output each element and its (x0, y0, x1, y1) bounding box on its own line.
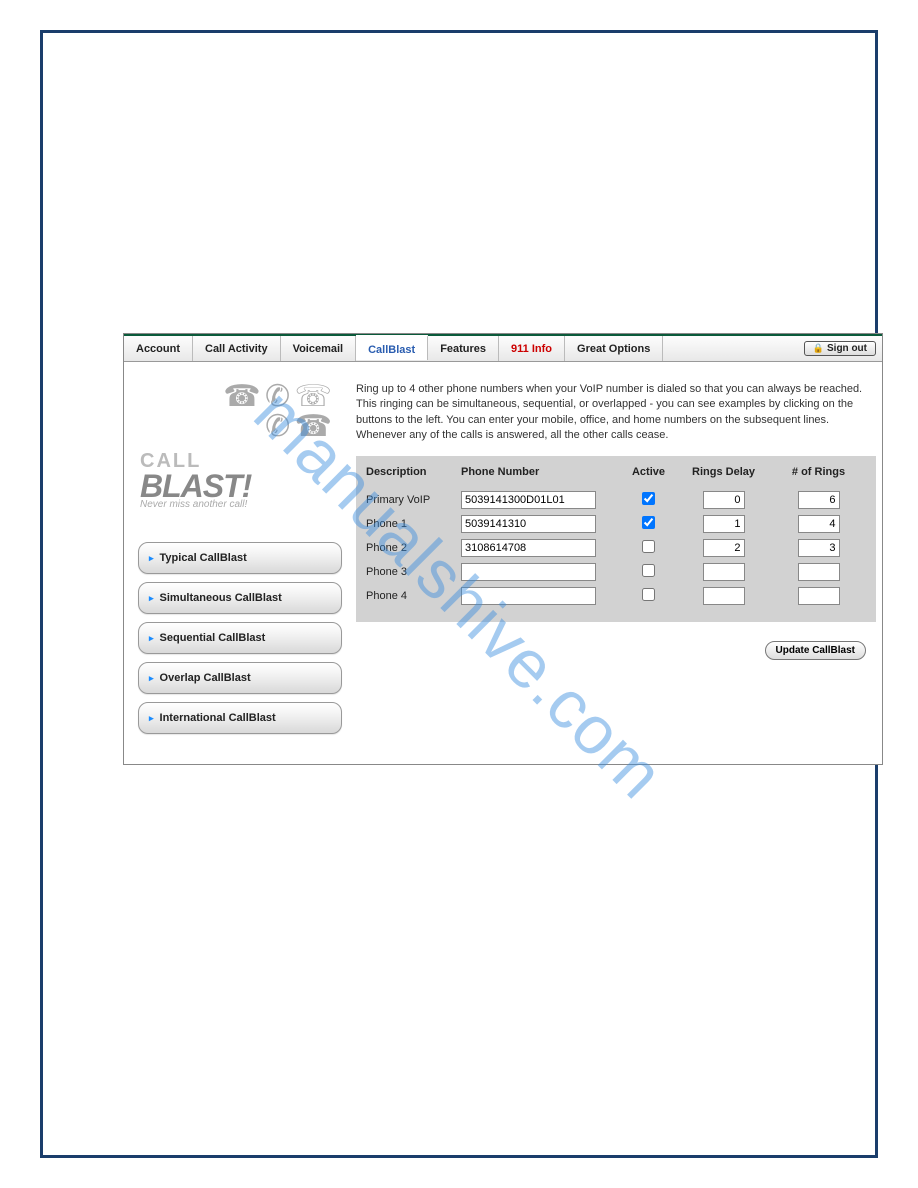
delay-input[interactable] (703, 515, 745, 533)
phone-input[interactable] (461, 587, 596, 605)
update-callblast-button[interactable]: Update CallBlast (765, 641, 866, 660)
row-desc: Phone 2 (366, 542, 461, 554)
intro-text: Ring up to 4 other phone numbers when yo… (356, 372, 876, 456)
delay-input[interactable] (703, 539, 745, 557)
tab-call-activity[interactable]: Call Activity (193, 336, 281, 361)
chevron-right-icon: ▸ (149, 553, 154, 564)
app-screenshot: Account Call Activity Voicemail CallBlas… (123, 333, 883, 765)
rings-input[interactable] (798, 491, 840, 509)
tab-features[interactable]: Features (428, 336, 499, 361)
chevron-right-icon: ▸ (149, 593, 154, 604)
rings-input[interactable] (798, 563, 840, 581)
row-desc: Phone 1 (366, 518, 461, 530)
tab-911-info[interactable]: 911 Info (499, 336, 565, 361)
rings-input[interactable] (798, 587, 840, 605)
phone-input[interactable] (461, 515, 596, 533)
logo-blast-text: BLAST! (140, 473, 340, 499)
lock-icon: 🔒 (813, 343, 824, 354)
logo-tagline: Never miss another call! (140, 499, 340, 510)
delay-input[interactable] (703, 563, 745, 581)
table-row: Phone 4 (356, 584, 876, 608)
tab-account[interactable]: Account (124, 336, 193, 361)
sidebar-simultaneous[interactable]: ▸ Simultaneous CallBlast (138, 582, 342, 614)
phone-input[interactable] (461, 491, 596, 509)
tab-great-options[interactable]: Great Options (565, 336, 663, 361)
sidebar-label: Typical CallBlast (160, 552, 247, 564)
sidebar-label: Overlap CallBlast (160, 672, 251, 684)
row-desc: Phone 3 (366, 566, 461, 578)
active-checkbox[interactable] (642, 588, 655, 601)
signout-label: Sign out (827, 343, 867, 354)
active-checkbox[interactable] (642, 564, 655, 577)
sidebar-international[interactable]: ▸ International CallBlast (138, 702, 342, 734)
chevron-right-icon: ▸ (149, 713, 154, 724)
chevron-right-icon: ▸ (149, 633, 154, 644)
active-checkbox[interactable] (642, 540, 655, 553)
side-button-list: ▸ Typical CallBlast ▸ Simultaneous CallBla… (130, 542, 350, 734)
row-desc: Primary VoIP (366, 494, 461, 506)
grid-header: Description Phone Number Active Rings De… (356, 460, 876, 488)
callblast-grid: Description Phone Number Active Rings De… (356, 456, 876, 622)
row-desc: Phone 4 (366, 590, 461, 602)
sidebar-label: Sequential CallBlast (160, 632, 266, 644)
table-row: Phone 1 (356, 512, 876, 536)
header-description: Description (366, 466, 461, 478)
delay-input[interactable] (703, 587, 745, 605)
delay-input[interactable] (703, 491, 745, 509)
sidebar-sequential[interactable]: ▸ Sequential CallBlast (138, 622, 342, 654)
left-column: ☎ ✆ ☏✆ ☎ CALL BLAST! Never miss another … (130, 372, 350, 734)
signout-button[interactable]: 🔒 Sign out (804, 341, 876, 356)
sidebar-typical[interactable]: ▸ Typical CallBlast (138, 542, 342, 574)
sidebar-overlap[interactable]: ▸ Overlap CallBlast (138, 662, 342, 694)
table-row: Phone 2 (356, 536, 876, 560)
rings-input[interactable] (798, 539, 840, 557)
chevron-right-icon: ▸ (149, 673, 154, 684)
right-column: Ring up to 4 other phone numbers when yo… (356, 372, 876, 734)
update-row: Update CallBlast (356, 622, 876, 660)
phone-input[interactable] (461, 539, 596, 557)
header-delay: Rings Delay (676, 466, 771, 478)
page-frame: manualshive.com Account Call Activity Vo… (40, 30, 878, 1158)
phone-input[interactable] (461, 563, 596, 581)
tab-voicemail[interactable]: Voicemail (281, 336, 357, 361)
table-row: Phone 3 (356, 560, 876, 584)
header-active: Active (621, 466, 676, 478)
content-area: ☎ ✆ ☏✆ ☎ CALL BLAST! Never miss another … (124, 362, 882, 764)
header-phone: Phone Number (461, 466, 621, 478)
tab-bar: Account Call Activity Voicemail CallBlas… (124, 334, 882, 362)
callblast-logo: ☎ ✆ ☏✆ ☎ CALL BLAST! Never miss another … (140, 382, 340, 512)
sidebar-label: Simultaneous CallBlast (160, 592, 282, 604)
tab-callblast[interactable]: CallBlast (356, 335, 428, 360)
header-rings: # of Rings (771, 466, 866, 478)
table-row: Primary VoIP (356, 488, 876, 512)
rings-input[interactable] (798, 515, 840, 533)
active-checkbox[interactable] (642, 516, 655, 529)
phones-illustration: ☎ ✆ ☏✆ ☎ (140, 382, 340, 442)
sidebar-label: International CallBlast (160, 712, 276, 724)
active-checkbox[interactable] (642, 492, 655, 505)
